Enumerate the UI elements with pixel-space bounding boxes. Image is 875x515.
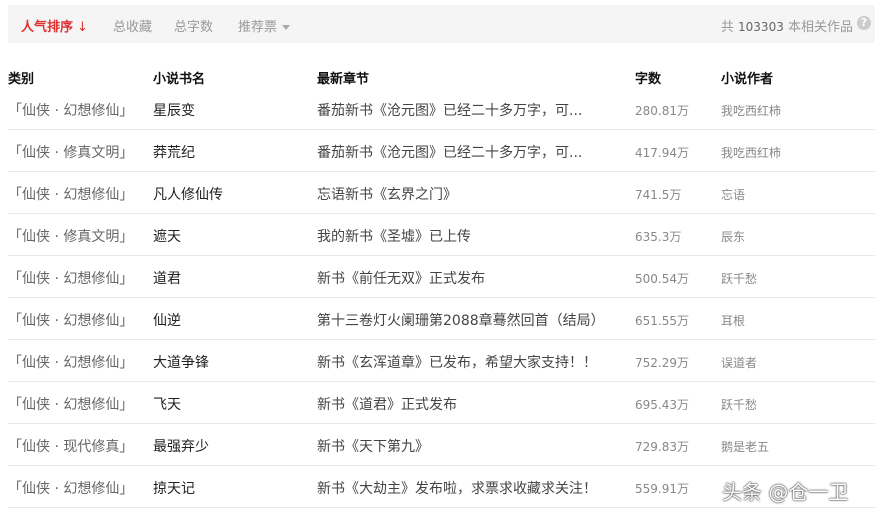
row-category-link[interactable]: 「仙侠 · 幻想修仙」 (8, 310, 133, 330)
row-latest-chapter-link[interactable]: 新书《天下第九》 (317, 436, 429, 456)
row-latest-chapter-link[interactable]: 番茄新书《沧元图》已经二十多万字，可... (317, 100, 582, 120)
row-latest-chapter-link[interactable]: 新书《道君》正式发布 (317, 394, 457, 414)
row-word-count: 729.83万 (635, 440, 689, 454)
row-word-count: 417.94万 (635, 146, 689, 160)
row-word-count: 741.5万 (635, 188, 682, 202)
table-row: 「仙侠 · 现代修真」 最强弃少 新书《天下第九》 729.83万 鹅是老五 (8, 424, 875, 466)
total-prefix: 共 (720, 20, 734, 35)
table-row: 「仙侠 · 幻想修仙」 飞天 新书《道君》正式发布 695.43万 跃千愁 (8, 382, 875, 424)
row-author-link[interactable]: 鹅是老五 (721, 438, 769, 455)
row-book-name-link[interactable]: 仙逆 (153, 310, 181, 330)
row-latest-chapter-link[interactable]: 番茄新书《沧元图》已经二十多万字，可... (317, 142, 582, 162)
result-count: 共 103303 本相关作品 (721, 16, 853, 35)
row-latest-chapter-link[interactable]: 第十三卷灯火阑珊第2088章蓦然回首（结局） (317, 310, 605, 330)
row-category-link[interactable]: 「仙侠 · 幻想修仙」 (8, 352, 133, 372)
row-latest-chapter-link[interactable]: 忘语新书《玄界之门》 (317, 184, 457, 204)
dropdown-caret-icon (282, 25, 291, 30)
col-category: 类别 (8, 72, 35, 87)
table-row: 「仙侠 · 幻想修仙」 大道争锋 新书《玄浑道章》已发布，希望大家支持！！ 752.2… (8, 340, 875, 382)
row-book-name-link[interactable]: 道君 (153, 268, 181, 288)
total-suffix: 本相关作品 (787, 20, 853, 35)
table-row: 「仙侠 · 幻想修仙」 凡人修仙传 忘语新书《玄界之门》 741.5万 忘语 (8, 172, 875, 214)
tab-total-words[interactable]: 总字数 (174, 16, 213, 35)
row-word-count: 500.54万 (635, 272, 689, 286)
row-book-name-link[interactable]: 遮天 (153, 226, 181, 246)
row-category-link[interactable]: 「仙侠 · 幻想修仙」 (8, 394, 133, 414)
watermark: 头条 @仓一卫 (722, 480, 849, 504)
table-header: 类别 小说书名 最新章节 字数 小说作者 (0, 60, 875, 90)
tab-popularity-sort[interactable]: 人气排序 ↓ (21, 16, 88, 35)
col-author: 小说作者 (721, 72, 774, 87)
row-latest-chapter-link[interactable]: 我的新书《圣墟》已上传 (317, 226, 471, 246)
total-count: 103303 (738, 20, 784, 34)
row-word-count: 651.55万 (635, 314, 689, 328)
row-book-name-link[interactable]: 星辰变 (153, 100, 195, 120)
row-author-link[interactable]: 误道者 (721, 354, 757, 371)
row-author-link[interactable]: 忘语 (721, 186, 745, 203)
help-icon[interactable]: ? (857, 16, 871, 30)
table-row: 「仙侠 · 幻想修仙」 星辰变 番茄新书《沧元图》已经二十多万字，可... 280.8… (8, 88, 875, 130)
row-latest-chapter-link[interactable]: 新书《大劫主》发布啦，求票求收藏求关注！ (317, 478, 597, 498)
table-row: 「仙侠 · 幻想修仙」 道君 新书《前任无双》正式发布 500.54万 跃千愁 (8, 256, 875, 298)
row-word-count: 695.43万 (635, 398, 689, 412)
col-word-count: 字数 (635, 72, 662, 87)
row-book-name-link[interactable]: 最强弃少 (153, 436, 209, 456)
row-word-count: 280.81万 (635, 104, 689, 118)
row-book-name-link[interactable]: 莽荒纪 (153, 142, 195, 162)
sort-down-arrow-icon: ↓ (77, 20, 88, 35)
tab-total-favorites[interactable]: 总收藏 (113, 16, 152, 35)
tab-recommend-votes[interactable]: 推荐票 (238, 16, 291, 35)
row-author-link[interactable]: 跃千愁 (721, 270, 757, 287)
tab-label: 推荐票 (238, 20, 278, 35)
col-book-name: 小说书名 (153, 72, 206, 87)
novel-table: 「仙侠 · 幻想修仙」 星辰变 番茄新书《沧元图》已经二十多万字，可... 280.8… (0, 88, 875, 508)
row-category-link[interactable]: 「仙侠 · 幻想修仙」 (8, 268, 133, 288)
row-word-count: 559.91万 (635, 482, 689, 496)
row-latest-chapter-link[interactable]: 新书《前任无双》正式发布 (317, 268, 485, 288)
table-row: 「仙侠 · 修真文明」 遮天 我的新书《圣墟》已上传 635.3万 辰东 (8, 214, 875, 256)
sort-toolbar: 人气排序 ↓ 总收藏 总字数 推荐票 共 103303 本相关作品 ? (8, 5, 875, 43)
tab-label: 人气排序 (21, 20, 74, 35)
row-author-link[interactable]: 跃千愁 (721, 396, 757, 413)
row-author-link[interactable]: 耳根 (721, 312, 745, 329)
row-word-count: 635.3万 (635, 230, 682, 244)
row-category-link[interactable]: 「仙侠 · 修真文明」 (8, 226, 133, 246)
row-category-link[interactable]: 「仙侠 · 幻想修仙」 (8, 478, 133, 498)
row-book-name-link[interactable]: 掠天记 (153, 478, 195, 498)
row-latest-chapter-link[interactable]: 新书《玄浑道章》已发布，希望大家支持！！ (317, 352, 597, 372)
row-category-link[interactable]: 「仙侠 · 幻想修仙」 (8, 184, 133, 204)
row-category-link[interactable]: 「仙侠 · 修真文明」 (8, 142, 133, 162)
row-category-link[interactable]: 「仙侠 · 幻想修仙」 (8, 100, 133, 120)
table-row: 「仙侠 · 修真文明」 莽荒纪 番茄新书《沧元图》已经二十多万字，可... 417.9… (8, 130, 875, 172)
row-book-name-link[interactable]: 大道争锋 (153, 352, 209, 372)
row-book-name-link[interactable]: 飞天 (153, 394, 181, 414)
row-word-count: 752.29万 (635, 356, 689, 370)
row-author-link[interactable]: 我吃西红柿 (721, 144, 781, 161)
table-row: 「仙侠 · 幻想修仙」 仙逆 第十三卷灯火阑珊第2088章蓦然回首（结局） 651.5… (8, 298, 875, 340)
col-latest-chapter: 最新章节 (317, 72, 370, 87)
row-author-link[interactable]: 我吃西红柿 (721, 102, 781, 119)
row-book-name-link[interactable]: 凡人修仙传 (153, 184, 223, 204)
row-category-link[interactable]: 「仙侠 · 现代修真」 (8, 436, 133, 456)
row-author-link[interactable]: 辰东 (721, 228, 745, 245)
